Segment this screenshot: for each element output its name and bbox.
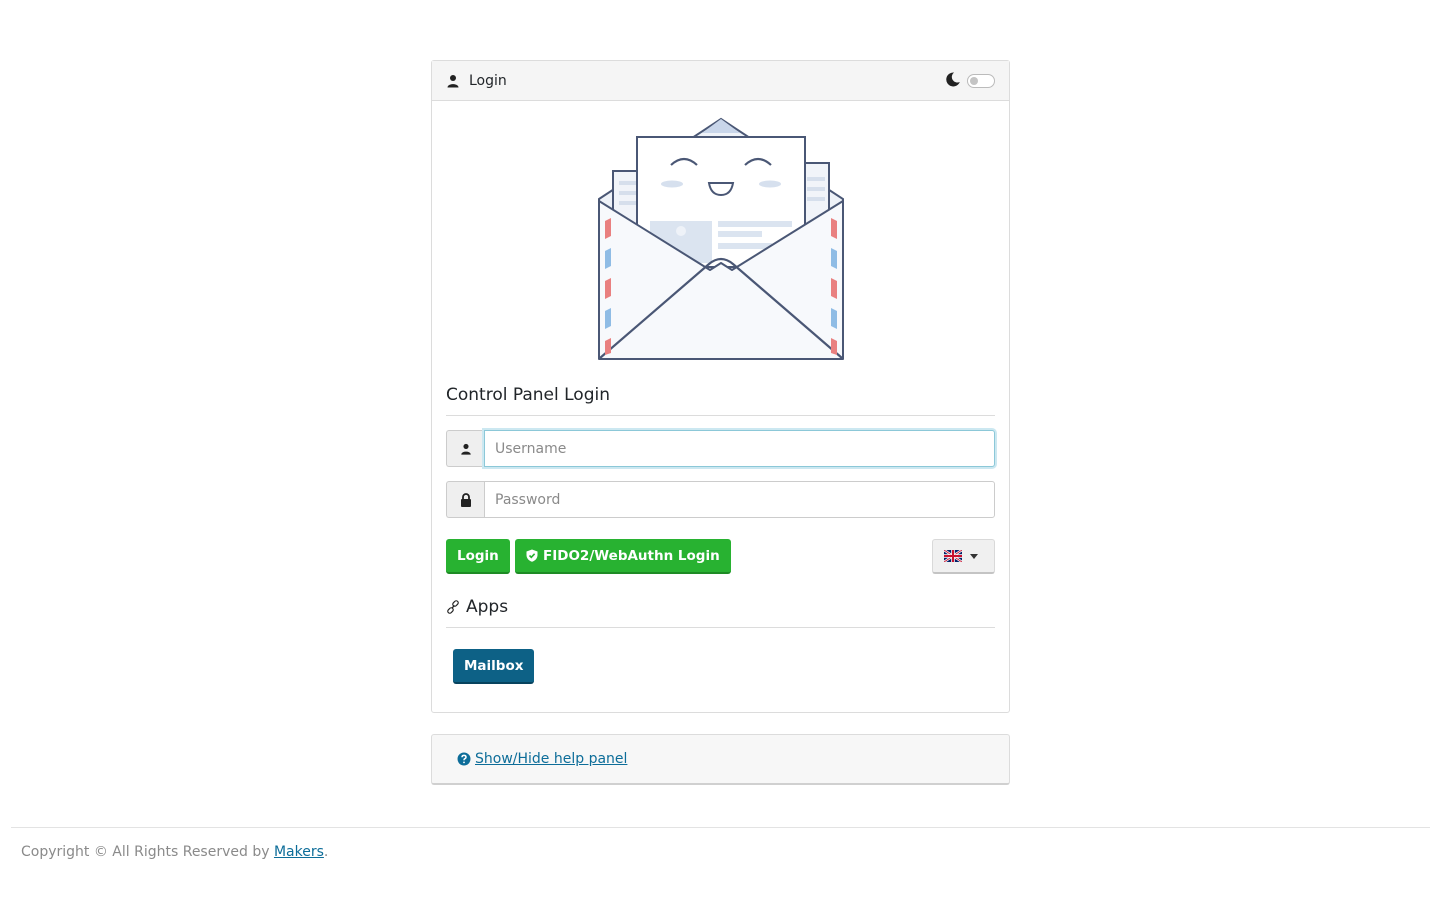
apps-section-title: Apps [466,597,509,617]
password-group [446,481,995,518]
mailbox-button-label: Mailbox [464,657,524,674]
language-dropdown[interactable] [932,539,995,574]
mailbox-button[interactable]: Mailbox [453,649,535,684]
help-link-label: Show/Hide help panel [475,751,628,767]
footer-suffix: . [323,844,329,860]
login-button-label: Login [457,547,499,564]
header-title: Login [469,72,507,89]
login-button[interactable]: Login [446,539,510,574]
password-input[interactable] [484,481,995,518]
username-input[interactable] [484,430,995,467]
username-user-icon [446,430,484,467]
chevron-down-icon [970,553,978,559]
question-circle-icon [457,752,471,766]
footer-prefix: Copyright © All Rights Reserved by [21,844,274,860]
username-group [446,430,995,467]
envelope-mascot-image [597,117,845,365]
shield-check-icon [526,549,538,562]
moon-icon [945,71,961,91]
login-card: Login Control Panel Login Username Login… [431,60,1010,713]
help-panel-card: Show/Hide help panel [431,734,1010,785]
login-section-title: Control Panel Login [446,385,995,416]
fido-button-label: FIDO2/WebAuthn Login [543,547,720,564]
footer-makers-link[interactable]: Makers [274,844,324,860]
password-lock-icon [446,481,484,518]
dark-mode-toggle[interactable] [967,73,995,88]
card-header: Login [432,61,1009,101]
footer-divider [11,827,1430,828]
user-icon [446,74,460,88]
apps-section-header: Apps [446,597,995,628]
link-icon [446,600,460,614]
uk-flag-icon [944,550,962,562]
fido-login-button[interactable]: FIDO2/WebAuthn Login [515,539,731,574]
footer-copyright: Copyright © All Rights Reserved by Maker… [21,844,328,860]
help-panel-toggle-link[interactable]: Show/Hide help panel [457,751,627,767]
